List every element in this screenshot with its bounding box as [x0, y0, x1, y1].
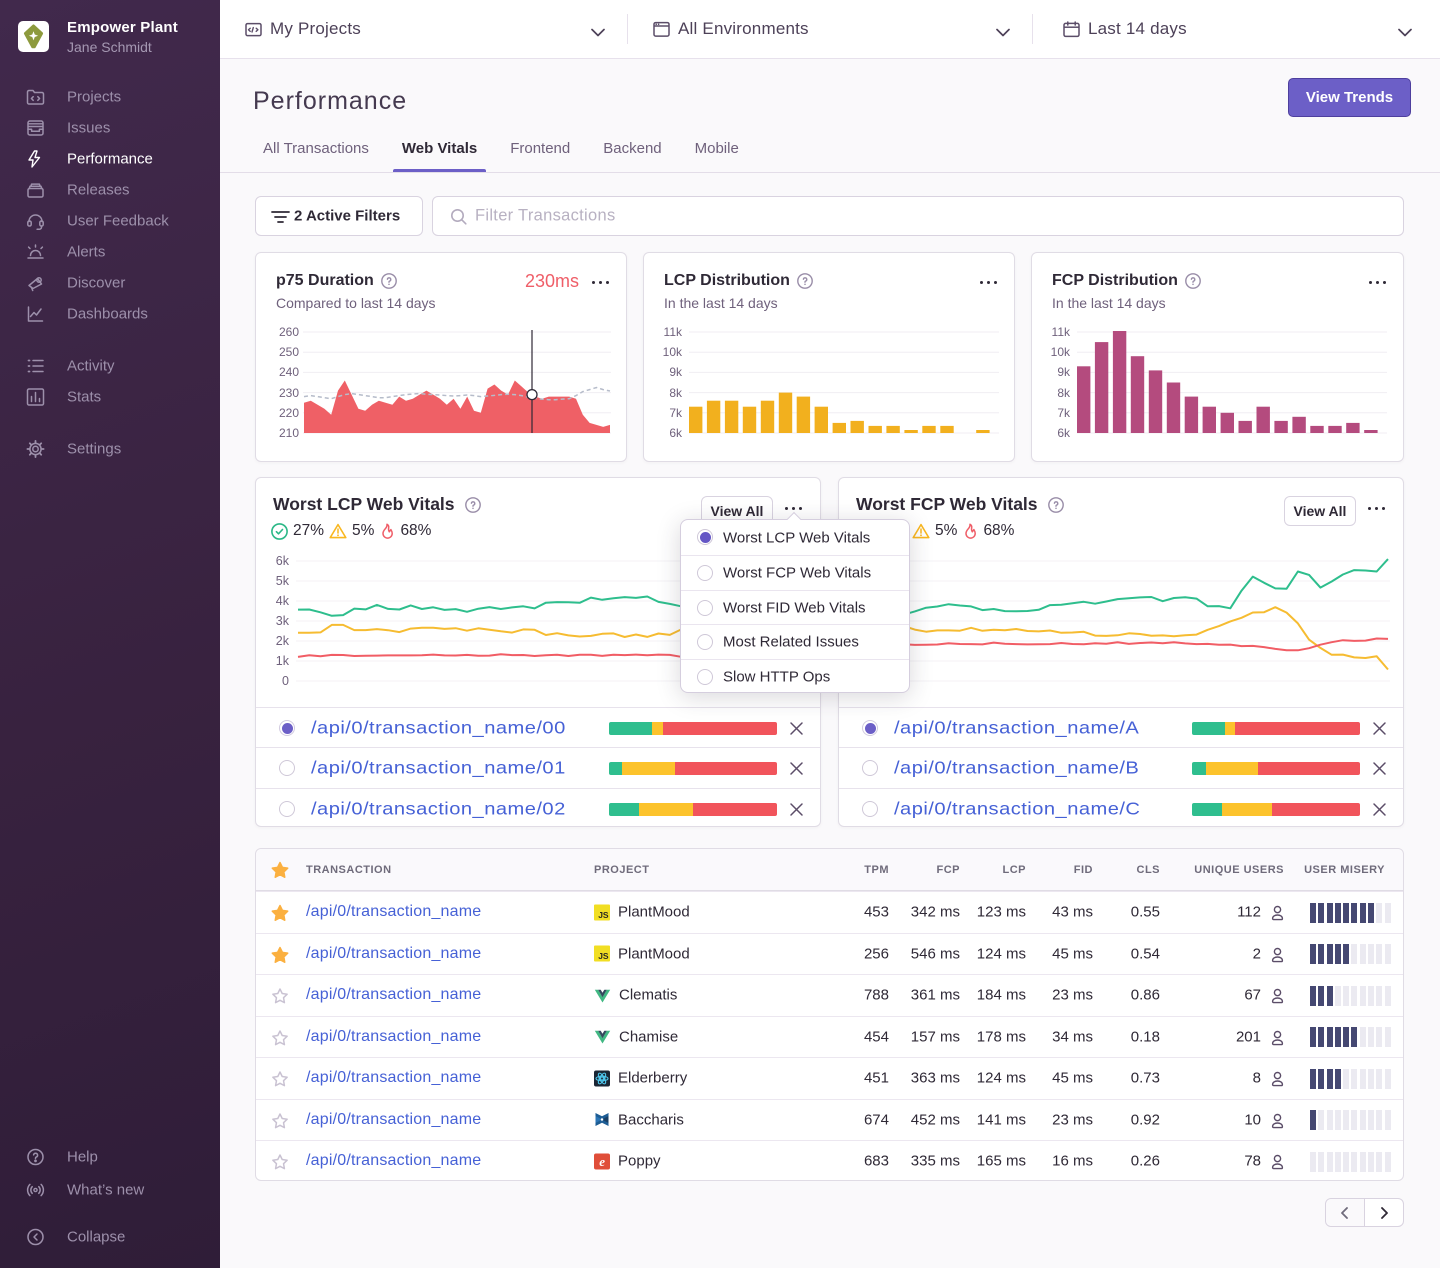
svg-text:JS: JS — [598, 951, 609, 961]
svg-text:JS: JS — [598, 910, 609, 920]
svg-text:e: e — [599, 1154, 605, 1169]
